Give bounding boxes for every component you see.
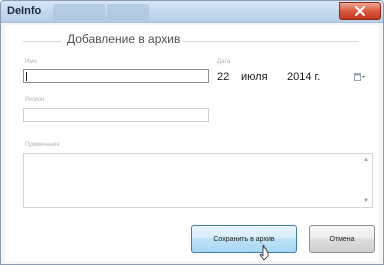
name-input[interactable] bbox=[23, 69, 209, 83]
date-label: Дата bbox=[217, 59, 231, 65]
cancel-button[interactable]: Отмена bbox=[309, 225, 375, 253]
note-textarea[interactable]: ▲ ▼ bbox=[23, 153, 373, 208]
date-month[interactable]: июля bbox=[241, 71, 268, 83]
save-to-archive-button[interactable]: Сохранить в архив bbox=[191, 225, 297, 253]
scroll-down-icon[interactable]: ▼ bbox=[362, 197, 370, 205]
background-tab bbox=[53, 4, 105, 20]
section-title: Добавление в архив bbox=[67, 32, 181, 46]
close-button[interactable] bbox=[339, 2, 381, 20]
background-tab bbox=[107, 4, 149, 20]
date-day[interactable]: 22 bbox=[217, 71, 229, 83]
dialog-content: Добавление в архив Имя Дата 22 июля 2014… bbox=[5, 25, 379, 261]
cancel-button-label: Отмена bbox=[329, 235, 355, 243]
text-caret bbox=[26, 72, 27, 81]
region-label: Регион bbox=[25, 97, 45, 103]
title-bar[interactable]: DeInfo bbox=[1, 1, 383, 23]
region-input[interactable] bbox=[23, 108, 209, 122]
mouse-cursor-icon bbox=[259, 245, 269, 261]
scroll-up-icon[interactable]: ▲ bbox=[362, 156, 370, 164]
dialog-window: DeInfo Добавление в архив Имя Дата 22 ию… bbox=[0, 0, 384, 265]
date-year[interactable]: 2014 г. bbox=[287, 71, 320, 83]
section-divider bbox=[183, 41, 359, 42]
note-label: Примечание bbox=[25, 142, 60, 148]
window-title: DeInfo bbox=[7, 5, 42, 17]
date-picker[interactable]: 22 июля 2014 г. bbox=[217, 71, 365, 85]
save-button-label: Сохранить в архив bbox=[213, 235, 275, 243]
calendar-dropdown-icon[interactable] bbox=[354, 72, 365, 82]
section-divider bbox=[23, 41, 61, 42]
name-label: Имя bbox=[25, 59, 37, 65]
close-icon bbox=[355, 6, 365, 16]
